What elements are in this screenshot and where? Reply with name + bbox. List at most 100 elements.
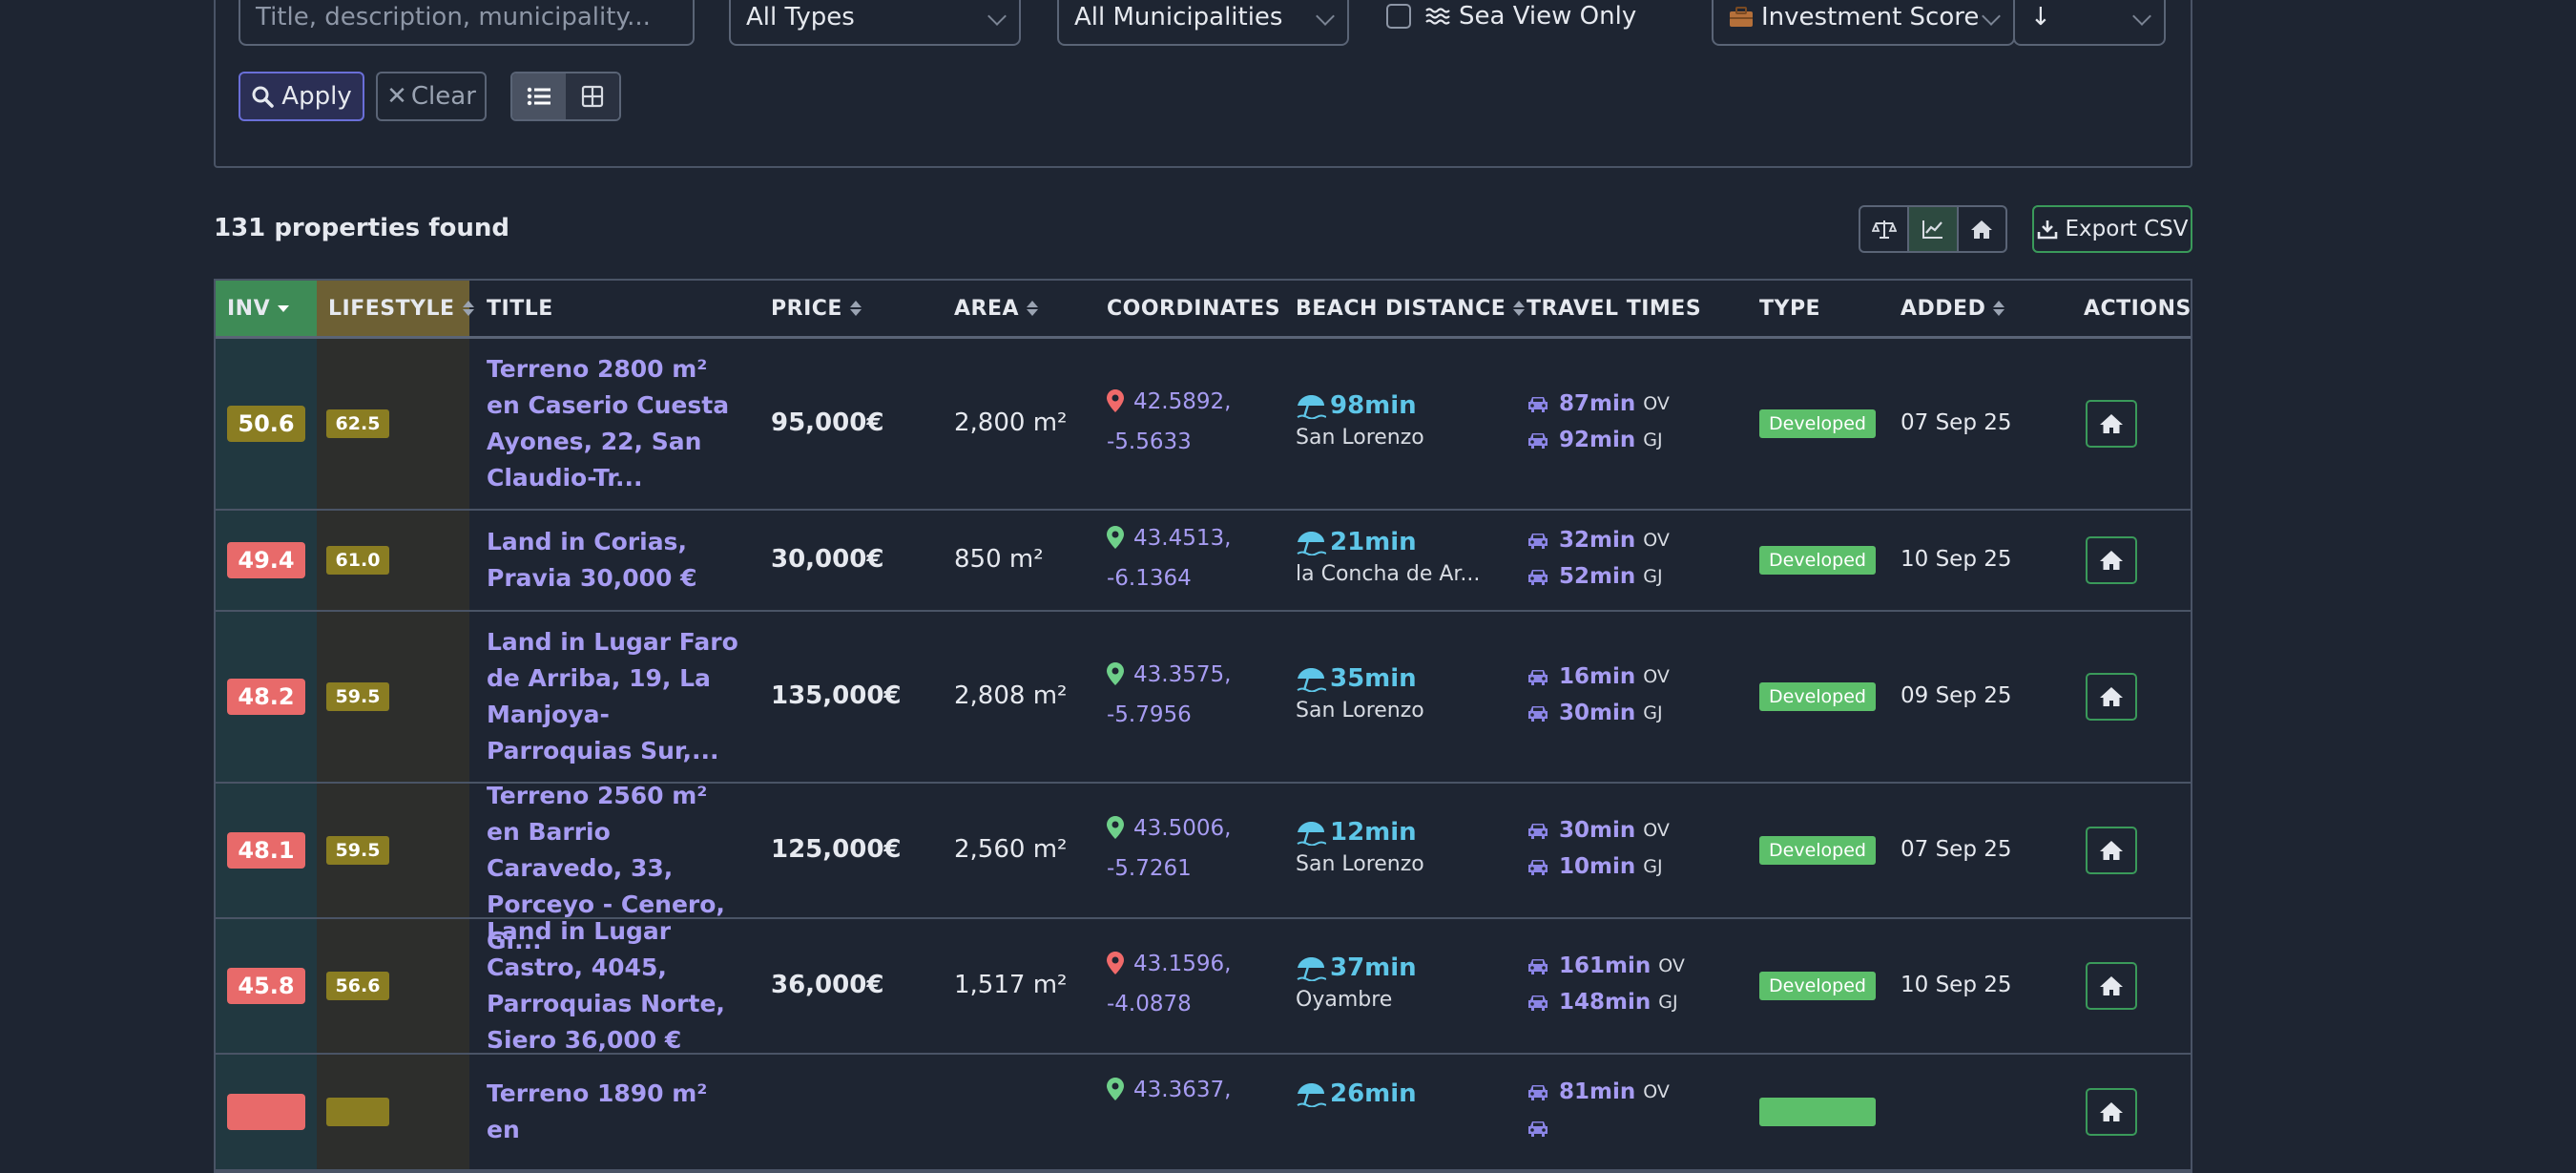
chart-button[interactable]: [1909, 207, 1959, 251]
travel-time-gj: 92min: [1559, 428, 1636, 452]
header-title: TITLE: [487, 281, 553, 336]
header-price-label: PRICE: [771, 296, 842, 321]
coordinates-link[interactable]: 42.5892, -5.5633: [1107, 384, 1231, 460]
header-lifestyle[interactable]: LIFESTYLE: [317, 281, 474, 336]
apply-button[interactable]: Apply: [239, 72, 364, 121]
sea-view-label: Sea View Only: [1459, 2, 1637, 31]
price-value: 125,000€: [771, 835, 902, 864]
type-badge: Developed: [1759, 972, 1876, 1000]
header-beach[interactable]: BEACH DISTANCE: [1296, 281, 1526, 336]
lifestyle-score-badge: 62.5: [326, 409, 389, 438]
clear-button[interactable]: ✕ Clear: [376, 72, 487, 121]
sort-desc-icon: [278, 304, 290, 312]
beach-distance: 21min la Concha de Ar...: [1296, 528, 1480, 586]
header-actions: ACTIONS: [2084, 281, 2192, 336]
travel-label-gj: GJ: [1643, 856, 1663, 877]
beach-umbrella-icon: [1296, 392, 1326, 419]
property-title-link[interactable]: Terreno 1890 m² en: [487, 1076, 746, 1148]
investment-score-badge: 45.8: [227, 968, 305, 1004]
table-row: 49.4 61.0 Land in Corias, Pravia 30,000 …: [216, 511, 2191, 612]
sea-view-checkbox[interactable]: [1386, 4, 1411, 29]
property-title-link[interactable]: Land in Corias, Pravia 30,000 €: [487, 524, 746, 597]
property-title-link[interactable]: Terreno 2800 m² en Caserio Cuesta Ayones…: [487, 351, 746, 496]
lifestyle-score-badge: 59.5: [326, 836, 389, 865]
investment-score-badge: 48.1: [227, 832, 305, 869]
map-pin-icon: [1107, 814, 1124, 850]
header-added[interactable]: ADDED: [1901, 281, 2005, 336]
coordinates-link[interactable]: 43.3637,: [1107, 1072, 1231, 1112]
home-view-button[interactable]: [1959, 207, 2005, 251]
longitude: -4.0878: [1107, 992, 1192, 1016]
header-area[interactable]: AREA: [954, 281, 1039, 336]
header-area-label: AREA: [954, 296, 1020, 321]
home-icon: [1971, 220, 1993, 239]
area-value: 850 m²: [954, 545, 1044, 574]
beach-distance: 98min San Lorenzo: [1296, 391, 1424, 450]
car-icon: [1527, 703, 1549, 723]
property-title-link[interactable]: Land in Lugar Castro, 4045, Parroquias N…: [487, 913, 746, 1058]
table-row: 48.2 59.5 Land in Lugar Faro de Arriba, …: [216, 612, 2191, 784]
travel-times: 81min OV: [1527, 1074, 1670, 1146]
car-icon: [1527, 667, 1549, 686]
header-type: TYPE: [1759, 281, 1820, 336]
type-badge: [1759, 1098, 1876, 1126]
map-pin-icon: [1107, 660, 1124, 697]
search-input[interactable]: Title, description, municipality...: [239, 0, 695, 46]
coordinates-link[interactable]: 43.4513, -6.1364: [1107, 520, 1231, 597]
travel-times: 161min OV 148min GJ: [1527, 948, 1685, 1020]
latitude: 43.3575,: [1133, 662, 1232, 687]
view-property-button[interactable]: [2086, 962, 2137, 1010]
results-count: 131 properties found: [214, 214, 509, 242]
apply-label: Apply: [281, 82, 352, 111]
search-placeholder: Title, description, municipality...: [256, 3, 651, 31]
view-property-button[interactable]: [2086, 400, 2137, 448]
type-badge: Developed: [1759, 836, 1876, 865]
home-icon: [2099, 839, 2124, 862]
view-property-button[interactable]: [2086, 1088, 2137, 1136]
sort-icon: [462, 301, 474, 316]
chevron-down-icon: [1316, 7, 1335, 26]
sort-icon: [849, 301, 862, 316]
download-icon: [2037, 219, 2058, 240]
beach-minutes: 37min: [1330, 953, 1417, 982]
travel-time-ov: 161min: [1559, 953, 1652, 978]
travel-time-gj: 10min: [1559, 854, 1636, 879]
list-view-button[interactable]: [512, 73, 566, 119]
water-icon: [1424, 6, 1451, 27]
beach-distance: 12min San Lorenzo: [1296, 818, 1424, 876]
beach-minutes: 35min: [1330, 664, 1417, 693]
beach-minutes: 26min: [1330, 1079, 1417, 1108]
export-csv-button[interactable]: Export CSV: [2032, 205, 2192, 253]
coordinates-link[interactable]: 43.5006, -5.7261: [1107, 810, 1231, 887]
travel-label-gj: GJ: [1658, 992, 1678, 1013]
view-property-button[interactable]: [2086, 827, 2137, 874]
view-property-button[interactable]: [2086, 536, 2137, 584]
compare-button[interactable]: [1860, 207, 1910, 251]
table-row: 45.8 56.6 Land in Lugar Castro, 4045, Pa…: [216, 917, 2191, 1055]
map-pin-icon: [1107, 950, 1124, 986]
coordinates-link[interactable]: 43.1596, -4.0878: [1107, 946, 1231, 1022]
sort-direction-value: ↓: [2030, 3, 2051, 31]
grid-view-button[interactable]: [566, 73, 619, 119]
price-value: 95,000€: [771, 408, 884, 437]
sort-direction-select[interactable]: ↓: [2013, 0, 2166, 46]
header-price[interactable]: PRICE: [771, 281, 862, 336]
table-row: Terreno 1890 m² en 43.3637, 26min 81min O…: [216, 1055, 2191, 1171]
travel-label-ov: OV: [1658, 955, 1685, 976]
view-property-button[interactable]: [2086, 673, 2137, 721]
coordinates-link[interactable]: 43.3575, -5.7956: [1107, 657, 1231, 733]
properties-table: INV LIFESTYLE TITLE PRICE AREA COORDINAT…: [214, 279, 2192, 1173]
header-coordinates: COORDINATES: [1107, 281, 1280, 336]
type-select[interactable]: All Types: [729, 0, 1021, 46]
municipality-select[interactable]: All Municipalities: [1057, 0, 1349, 46]
header-inv-label: INV: [227, 296, 271, 321]
home-icon: [2099, 412, 2124, 435]
home-icon: [2099, 685, 2124, 708]
beach-minutes: 98min: [1330, 391, 1417, 420]
view-toggle: [510, 72, 621, 121]
sort-select[interactable]: Investment Score: [1712, 0, 2015, 46]
map-pin-icon: [1107, 524, 1124, 560]
property-title-link[interactable]: Land in Lugar Faro de Arriba, 19, La Man…: [487, 624, 746, 769]
longitude: -5.7956: [1107, 702, 1192, 727]
header-inv[interactable]: INV: [216, 281, 317, 336]
